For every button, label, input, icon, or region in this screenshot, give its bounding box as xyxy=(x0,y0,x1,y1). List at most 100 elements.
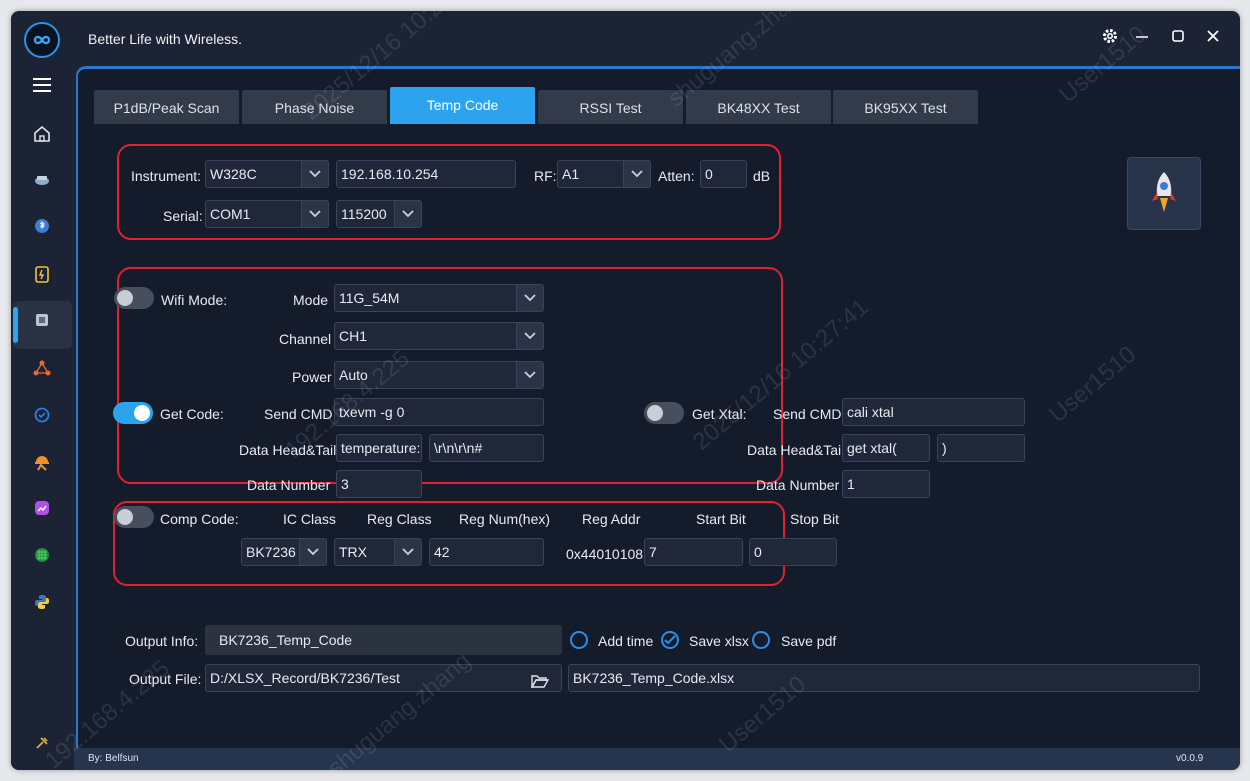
wifi-mode-toggle[interactable] xyxy=(114,287,154,309)
serial-port-select[interactable]: COM1 xyxy=(205,200,329,228)
save-xlsx-label: Save xlsx xyxy=(689,633,749,649)
run-button[interactable] xyxy=(1127,157,1201,230)
app-window: Better Life with Wireless. P1dB/Peak Sca… xyxy=(11,11,1240,770)
comp-code-toggle[interactable] xyxy=(114,506,154,528)
atten-label: Atten: xyxy=(658,168,695,184)
tools-icon[interactable] xyxy=(30,734,54,758)
add-time-label: Add time xyxy=(598,633,654,649)
python-icon[interactable] xyxy=(30,594,54,618)
hamburger-menu-icon[interactable] xyxy=(30,77,54,101)
folder-open-icon[interactable] xyxy=(530,670,550,691)
chevron-down-icon xyxy=(516,285,543,311)
reg-addr-value: 0x44010108 xyxy=(566,546,644,562)
tab-p1db-peak-scan[interactable]: P1dB/Peak Scan xyxy=(94,90,239,124)
chevron-down-icon xyxy=(516,362,543,388)
chart-app-icon[interactable] xyxy=(30,500,54,524)
minimize-button[interactable] xyxy=(1131,27,1153,49)
start-bit-input[interactable]: 7 xyxy=(644,538,743,566)
data-number-input[interactable]: 3 xyxy=(336,470,422,498)
get-code-label: Get Code: xyxy=(160,406,224,422)
close-button[interactable] xyxy=(1202,27,1224,49)
settings-gear-icon[interactable] xyxy=(1099,27,1121,49)
instrument-label: Instrument: xyxy=(131,168,202,184)
wifi-mode-label: Wifi Mode: xyxy=(161,292,228,308)
tab-phase-noise[interactable]: Phase Noise xyxy=(242,90,387,124)
tab-bk48xx-test[interactable]: BK48XX Test xyxy=(686,90,831,124)
power-select[interactable]: Auto xyxy=(334,361,544,389)
network-topology-icon[interactable] xyxy=(30,360,54,384)
chevron-down-icon xyxy=(394,539,421,565)
rf-select[interactable]: A1 xyxy=(557,160,651,188)
xtal-send-cmd-input[interactable]: cali xtal xyxy=(842,398,1025,426)
bluetooth-icon[interactable] xyxy=(30,218,54,242)
channel-label: Channel xyxy=(279,331,332,347)
chevron-down-icon xyxy=(394,201,421,227)
power-label: Power xyxy=(292,369,332,385)
stop-bit-input[interactable]: 0 xyxy=(749,538,837,566)
output-file-name-input[interactable]: BK7236_Temp_Code.xlsx xyxy=(568,664,1200,692)
home-icon[interactable] xyxy=(30,125,54,149)
output-info-label: Output Info: xyxy=(125,633,199,649)
xtal-data-number-input[interactable]: 1 xyxy=(842,470,930,498)
toggle-knob xyxy=(134,405,150,421)
ip-address-input[interactable]: 192.168.10.254 xyxy=(336,160,516,188)
output-info-input[interactable]: BK7236_Temp_Code xyxy=(205,625,562,655)
ic-class-select[interactable]: BK7236 xyxy=(241,538,327,566)
reg-addr-label: Reg Addr xyxy=(582,511,641,527)
get-code-toggle[interactable] xyxy=(113,402,153,424)
get-xtal-toggle[interactable] xyxy=(644,402,684,424)
toggle-knob xyxy=(117,509,133,525)
data-head-tail-label: Data Head&Tail xyxy=(239,442,337,458)
xtal-data-head-input[interactable]: get xtal( xyxy=(842,434,930,462)
atten-input[interactable]: 0 xyxy=(700,160,747,188)
tab-rssi-test[interactable]: RSSI Test xyxy=(538,90,683,124)
worker-icon[interactable] xyxy=(30,454,54,478)
chevron-down-icon xyxy=(623,161,650,187)
check-icon xyxy=(664,635,676,645)
xtal-data-head-tail-label: Data Head&Tail xyxy=(747,442,845,458)
router-icon[interactable] xyxy=(30,171,54,195)
battery-icon[interactable] xyxy=(30,265,54,289)
send-cmd-input[interactable]: txevm -g 0 xyxy=(334,398,544,426)
start-bit-label: Start Bit xyxy=(696,511,746,527)
sidebar-active-indicator xyxy=(13,307,18,343)
chevron-down-icon xyxy=(301,161,328,187)
output-file-path-input[interactable]: D:/XLSX_Record/BK7236/Test xyxy=(205,664,562,692)
save-pdf-label: Save pdf xyxy=(781,633,837,649)
xtal-send-cmd-label: Send CMD xyxy=(773,406,842,422)
save-xlsx-radio[interactable] xyxy=(661,631,679,649)
maximize-button[interactable] xyxy=(1167,27,1189,49)
tab-temp-code[interactable]: Temp Code xyxy=(390,87,535,124)
data-number-label: Data Number xyxy=(247,477,331,493)
xtal-data-tail-input[interactable]: ) xyxy=(937,434,1025,462)
reg-class-label: Reg Class xyxy=(367,511,432,527)
app-title: Better Life with Wireless. xyxy=(88,31,243,47)
get-xtal-label: Get Xtal: xyxy=(692,406,747,422)
stop-bit-label: Stop Bit xyxy=(790,511,840,527)
chip-icon[interactable] xyxy=(30,312,54,336)
mode-label: Mode xyxy=(293,292,329,308)
tab-bk95xx-test[interactable]: BK95XX Test xyxy=(833,90,978,124)
data-head-input[interactable]: temperature: xyxy=(336,434,422,462)
toggle-knob xyxy=(647,405,663,421)
app-logo-icon xyxy=(24,22,60,58)
data-tail-input[interactable]: \r\n\r\n# xyxy=(429,434,544,462)
add-time-radio[interactable] xyxy=(570,631,588,649)
comp-code-label: Comp Code: xyxy=(160,511,239,527)
xtal-data-number-label: Data Number xyxy=(756,477,840,493)
instrument-select[interactable]: W328C xyxy=(205,160,329,188)
rf-label: RF: xyxy=(534,168,557,184)
chevron-down-icon xyxy=(516,323,543,349)
shield-icon[interactable] xyxy=(30,407,54,431)
serial-label: Serial: xyxy=(163,208,203,224)
baud-rate-select[interactable]: 115200 xyxy=(336,200,422,228)
mode-select[interactable]: 11G_54M xyxy=(334,284,544,312)
signal-grid-icon[interactable] xyxy=(30,547,54,571)
channel-select[interactable]: CH1 xyxy=(334,322,544,350)
reg-num-label: Reg Num(hex) xyxy=(459,511,551,527)
chevron-down-icon xyxy=(299,539,326,565)
reg-class-select[interactable]: TRX xyxy=(334,538,422,566)
reg-num-input[interactable]: 42 xyxy=(429,538,544,566)
output-file-label: Output File: xyxy=(129,671,202,687)
save-pdf-radio[interactable] xyxy=(752,631,770,649)
